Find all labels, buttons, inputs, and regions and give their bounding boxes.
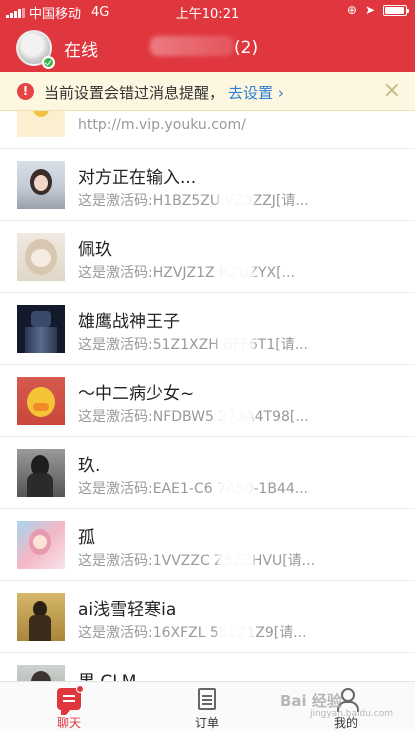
tab-orders-label: 订单 bbox=[194, 716, 219, 730]
tab-chat[interactable]: 聊天 bbox=[0, 682, 138, 731]
list-item[interactable]: 果 CLM bbox=[0, 653, 415, 681]
contact-name: 孤 bbox=[78, 528, 95, 548]
avatar bbox=[17, 161, 65, 209]
avatar bbox=[17, 665, 65, 681]
app-screen: 中国移动 4G 上午10:21 ⊕ ➤ 在线 (2) ! 当前设置会错过消息提醒… bbox=[0, 0, 415, 731]
watermark-text: Bai 经验 bbox=[279, 692, 342, 710]
close-icon[interactable]: × bbox=[383, 79, 401, 103]
go-settings-link[interactable]: 去设置 › bbox=[228, 84, 284, 102]
redaction-mask bbox=[218, 473, 254, 497]
trophy-icon bbox=[17, 111, 65, 137]
online-check-icon bbox=[42, 56, 55, 69]
header: 在线 (2) bbox=[0, 22, 415, 72]
notice-message: 当前设置会错过消息提醒， 去设置 › bbox=[44, 82, 284, 103]
orientation-lock-icon: ⊕ bbox=[346, 3, 357, 17]
chevron-right-icon: › bbox=[277, 84, 284, 102]
list-item[interactable]: 玖. 这是激活码:EAE1-C6 7A50-1B44... bbox=[0, 437, 415, 509]
list-item[interactable]: 孤 这是激活码:1VVZZC Z5ZZHVU[请... bbox=[0, 509, 415, 581]
page-title: (2) bbox=[150, 36, 258, 58]
contact-name: ai浅雪轻寒ia bbox=[78, 600, 177, 620]
conversation-list[interactable]: http://m.vip.youku.com/ 对方正在输入... 这是激活码:… bbox=[0, 111, 415, 681]
go-settings-label: 去设置 bbox=[228, 84, 274, 102]
tab-chat-label: 聊天 bbox=[56, 716, 81, 730]
contact-name: ～中二病少女~ bbox=[78, 384, 195, 404]
contact-name: 佩玖 bbox=[78, 240, 112, 260]
redaction-mask bbox=[218, 185, 254, 209]
list-item[interactable]: ～中二病少女~ 这是激活码:NFDBW5 273A4T98[... bbox=[0, 365, 415, 437]
avatar bbox=[17, 377, 65, 425]
avatar bbox=[17, 233, 65, 281]
redacted-name bbox=[150, 36, 234, 56]
list-item[interactable]: 雄鹰战神王子 这是激活码:51Z1XZH BFF6T1[请... bbox=[0, 293, 415, 365]
redaction-mask bbox=[218, 401, 254, 425]
redaction-mask bbox=[218, 545, 254, 569]
status-bar: 中国移动 4G 上午10:21 ⊕ ➤ bbox=[0, 0, 415, 22]
contact-name: 对方正在输入... bbox=[78, 168, 197, 188]
watermark: Bai 经验 jingyan.baidu.com bbox=[280, 690, 393, 719]
avatar bbox=[17, 305, 65, 353]
redaction-mask bbox=[218, 329, 254, 353]
contact-name: 果 CLM bbox=[78, 667, 136, 681]
warning-icon: ! bbox=[17, 83, 34, 100]
contact-name: 玖. bbox=[78, 456, 101, 476]
document-icon bbox=[198, 688, 216, 710]
notification-warning-bar: ! 当前设置会错过消息提醒， 去设置 › × bbox=[0, 72, 415, 111]
battery-icon bbox=[383, 4, 409, 16]
watermark-sub: jingyan.baidu.com bbox=[309, 709, 393, 719]
avatar bbox=[17, 449, 65, 497]
list-item[interactable]: http://m.vip.youku.com/ bbox=[0, 111, 415, 149]
list-item[interactable]: 佩玖 这是激活码:HZVJZ1Z RZUZYX[... bbox=[0, 221, 415, 293]
message-preview: http://m.vip.youku.com/ bbox=[78, 117, 246, 133]
status-right: ⊕ ➤ bbox=[346, 3, 409, 17]
notice-text: 当前设置会错过消息提醒， bbox=[44, 84, 225, 102]
redaction-mask bbox=[218, 617, 254, 641]
contact-name: 雄鹰战神王子 bbox=[78, 312, 180, 332]
online-status[interactable]: 在线 bbox=[64, 36, 98, 61]
redaction-mask bbox=[218, 257, 254, 281]
unread-dot bbox=[76, 685, 84, 693]
location-icon: ➤ bbox=[364, 3, 375, 17]
unread-count: (2) bbox=[234, 38, 259, 58]
list-item[interactable]: 对方正在输入... 这是激活码:H1BZ5ZU VZ3ZZJ[请... bbox=[0, 149, 415, 221]
list-item[interactable]: ai浅雪轻寒ia 这是激活码:16XFZL 552Z1Z9[请... bbox=[0, 581, 415, 653]
tab-orders[interactable]: 订单 bbox=[138, 682, 276, 731]
avatar bbox=[17, 521, 65, 569]
avatar bbox=[17, 593, 65, 641]
